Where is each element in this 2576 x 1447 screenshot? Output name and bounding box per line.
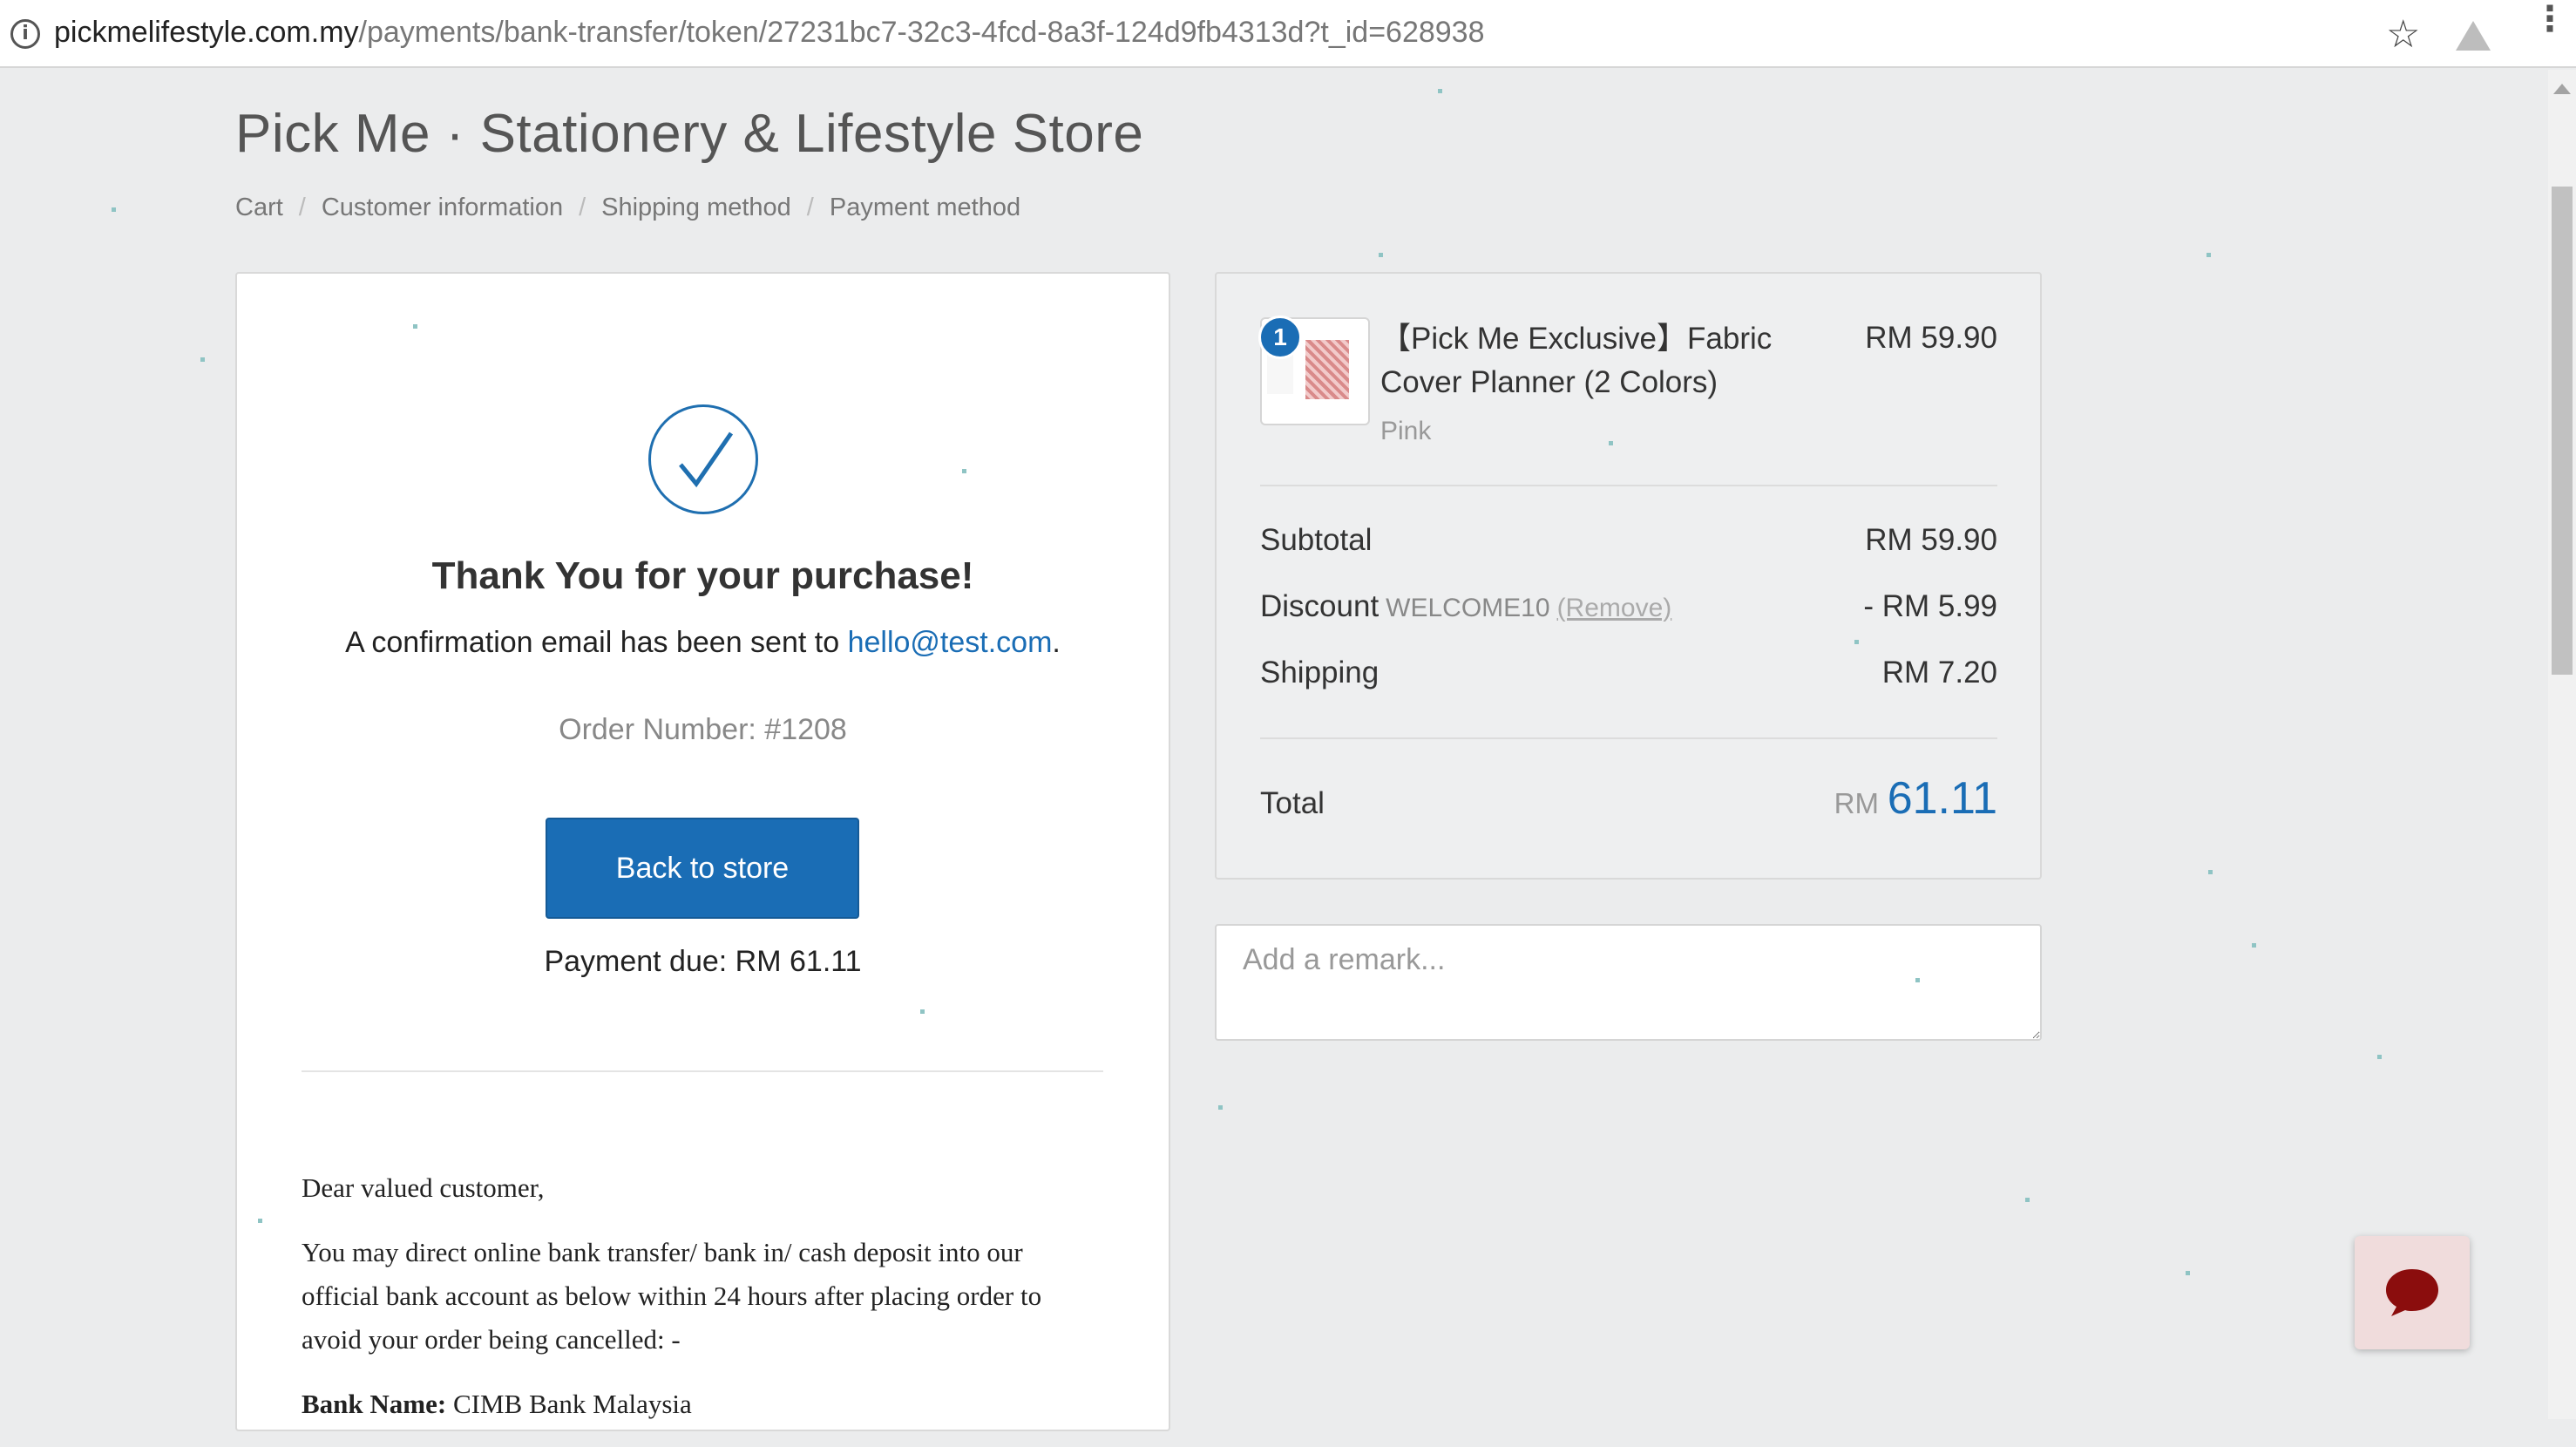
letter-greeting: Dear valued customer, <box>302 1172 545 1203</box>
decorative-dot <box>200 357 205 362</box>
store-title[interactable]: Pick Me · Stationery & Lifestyle Store <box>235 103 1143 165</box>
decorative-dot <box>2186 1271 2190 1275</box>
decorative-dot <box>2208 870 2213 874</box>
letter-body: You may direct online bank transfer/ ban… <box>302 1237 1042 1355</box>
scrollbar-thumb[interactable] <box>2552 187 2573 675</box>
drive-extension-icon[interactable] <box>2456 21 2491 51</box>
total-amount: 61.11 <box>1887 773 1997 824</box>
total-currency: RM <box>1834 787 1879 819</box>
decorative-dot <box>1218 1105 1223 1110</box>
info-icon[interactable]: i <box>10 19 40 49</box>
bank-name-label: Bank Name: <box>302 1389 447 1419</box>
confirmation-email-link[interactable]: hello@test.com <box>848 626 1053 659</box>
discount-code: WELCOME10 <box>1386 594 1550 622</box>
decorative-dot <box>2252 943 2256 948</box>
product-thumbnail-left <box>1267 354 1293 394</box>
decorative-dot <box>1854 640 1859 644</box>
product-thumbnail-image <box>1305 340 1349 399</box>
decorative-dot <box>962 469 966 473</box>
order-number: Order Number: #1208 <box>559 713 847 746</box>
bookmark-star-icon[interactable]: ☆ <box>2386 12 2420 57</box>
discount-row: Discount WELCOME10 (Remove) <box>1260 589 1671 624</box>
chat-bubble-icon <box>2386 1269 2438 1316</box>
decorative-dot <box>920 1009 925 1014</box>
decorative-dot <box>2025 1198 2030 1202</box>
decorative-dot <box>413 324 417 329</box>
breadcrumb-payment-method: Payment method <box>829 194 1021 221</box>
product-variant: Pink <box>1380 417 1432 445</box>
breadcrumb-shipping-method[interactable]: Shipping method <box>601 194 791 221</box>
decorative-dot <box>1438 89 1442 93</box>
summary-divider <box>1260 485 1997 486</box>
breadcrumb-separator: / <box>298 194 306 221</box>
subtotal-label: Subtotal <box>1260 523 1373 557</box>
shipping-value: RM 7.20 <box>1881 656 1997 690</box>
chat-button[interactable] <box>2355 1236 2470 1349</box>
breadcrumb-separator: / <box>806 194 814 221</box>
decorative-dot <box>1915 978 1920 982</box>
shipping-label: Shipping <box>1260 656 1380 690</box>
decorative-dot <box>2377 1055 2382 1059</box>
bank-transfer-instructions: Dear valued customer, You may direct onl… <box>302 1166 1103 1447</box>
checkmark-icon <box>648 404 758 514</box>
browser-menu-icon[interactable]: ⋮ <box>2532 2 2567 37</box>
url-path: /payments/bank-transfer/token/27231bc7-3… <box>358 16 1485 49</box>
summary-divider <box>1260 737 1997 739</box>
breadcrumb-cart[interactable]: Cart <box>235 194 283 221</box>
total-value: RM 61.11 <box>1656 772 1997 825</box>
decorative-dot <box>258 1219 262 1223</box>
bank-name-line: Bank Name: CIMB Bank Malaysia <box>302 1382 1103 1426</box>
payment-due: Payment due: RM 61.11 <box>544 945 862 978</box>
breadcrumb: Cart / Customer information / Shipping metho… <box>235 194 1020 222</box>
remark-input[interactable] <box>1215 924 2042 1041</box>
decorative-dot <box>112 207 116 212</box>
confirmation-prefix: A confirmation email has been sent to <box>345 626 848 659</box>
decorative-dot <box>2207 253 2211 257</box>
breadcrumb-customer-information[interactable]: Customer information <box>322 194 563 221</box>
scroll-up-arrow-icon[interactable] <box>2553 84 2571 94</box>
subtotal-value: RM 59.90 <box>1865 523 1997 557</box>
url-domain: pickmelifestyle.com.my <box>54 16 359 49</box>
product-price: RM 59.90 <box>1865 321 1997 355</box>
confirmation-message: A confirmation email has been sent to he… <box>235 626 1170 660</box>
quantity-badge: 1 <box>1258 316 1302 359</box>
url-text[interactable]: pickmelifestyle.com.my/payments/bank-tra… <box>54 16 1485 50</box>
discount-label: Discount <box>1260 589 1380 623</box>
decorative-dot <box>1379 253 1383 257</box>
confirmation-suffix: . <box>1052 626 1061 659</box>
browser-address-bar[interactable]: i pickmelifestyle.com.my/payments/bank-t… <box>0 0 2576 68</box>
thank-you-heading: Thank You for your purchase! <box>431 554 974 597</box>
bank-name-value: CIMB Bank Malaysia <box>452 1389 692 1419</box>
divider <box>302 1070 1103 1072</box>
total-label: Total <box>1260 786 1325 820</box>
decorative-dot <box>1609 441 1613 445</box>
discount-value: - RM 5.99 <box>1863 589 1997 623</box>
breadcrumb-separator: / <box>579 194 586 221</box>
back-to-store-button[interactable]: Back to store <box>546 818 859 919</box>
remove-discount-link[interactable]: (Remove) <box>1557 594 1672 622</box>
